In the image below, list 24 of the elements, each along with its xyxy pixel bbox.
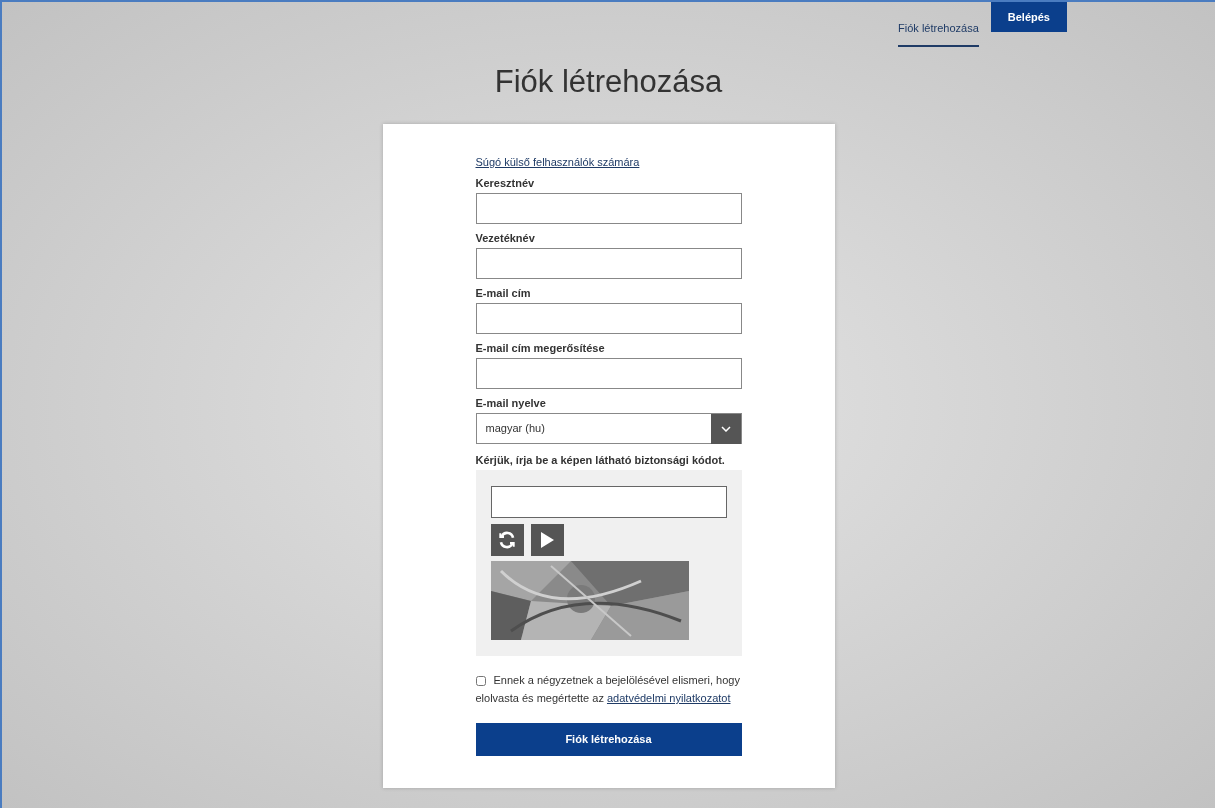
- text-input-field[interactable]: [475, 358, 742, 389]
- privacy-link[interactable]: adatvédelmi nyilatkozatot: [606, 692, 731, 704]
- nav-link[interactable]: Fiók létrehozása: [898, 14, 979, 47]
- field-label: E-mail cím megerősítése: [475, 341, 606, 355]
- create-account-button[interactable]: Fiók létrehozása: [475, 723, 742, 756]
- consent-text: Ennek a négyzetnek a bejelölésével elismeri, hogy elolvasta és megértette az adatvédelmi nyilatkozatot: [475, 673, 741, 706]
- text-input-field[interactable]: [475, 303, 742, 334]
- consent-checkbox[interactable]: [475, 676, 486, 687]
- field-label: E-mail cím: [475, 286, 532, 300]
- captcha-prompt: Kérjük, írja be a képen látható biztonsági kódot.: [475, 453, 726, 467]
- login-button[interactable]: Belépés: [990, 2, 1067, 32]
- field-label: Keresztnév: [475, 176, 536, 190]
- field-label: Vezetéknév: [475, 231, 536, 245]
- chevron-icon: [710, 413, 741, 444]
- help-link[interactable]: Súgó külső felhasználók számára: [475, 155, 742, 169]
- text-input-field[interactable]: [475, 248, 742, 279]
- field-label: E-mail nyelve: [475, 396, 547, 410]
- refresh-icon[interactable]: [490, 524, 524, 556]
- captcha-input-field[interactable]: [490, 486, 727, 518]
- language-select[interactable]: magyar (hu): [475, 413, 742, 444]
- text-input-field[interactable]: [475, 193, 742, 224]
- page-title: Fiók létrehozása: [494, 66, 723, 97]
- play-icon[interactable]: [530, 524, 564, 556]
- select-value: magyar (hu): [484, 421, 545, 437]
